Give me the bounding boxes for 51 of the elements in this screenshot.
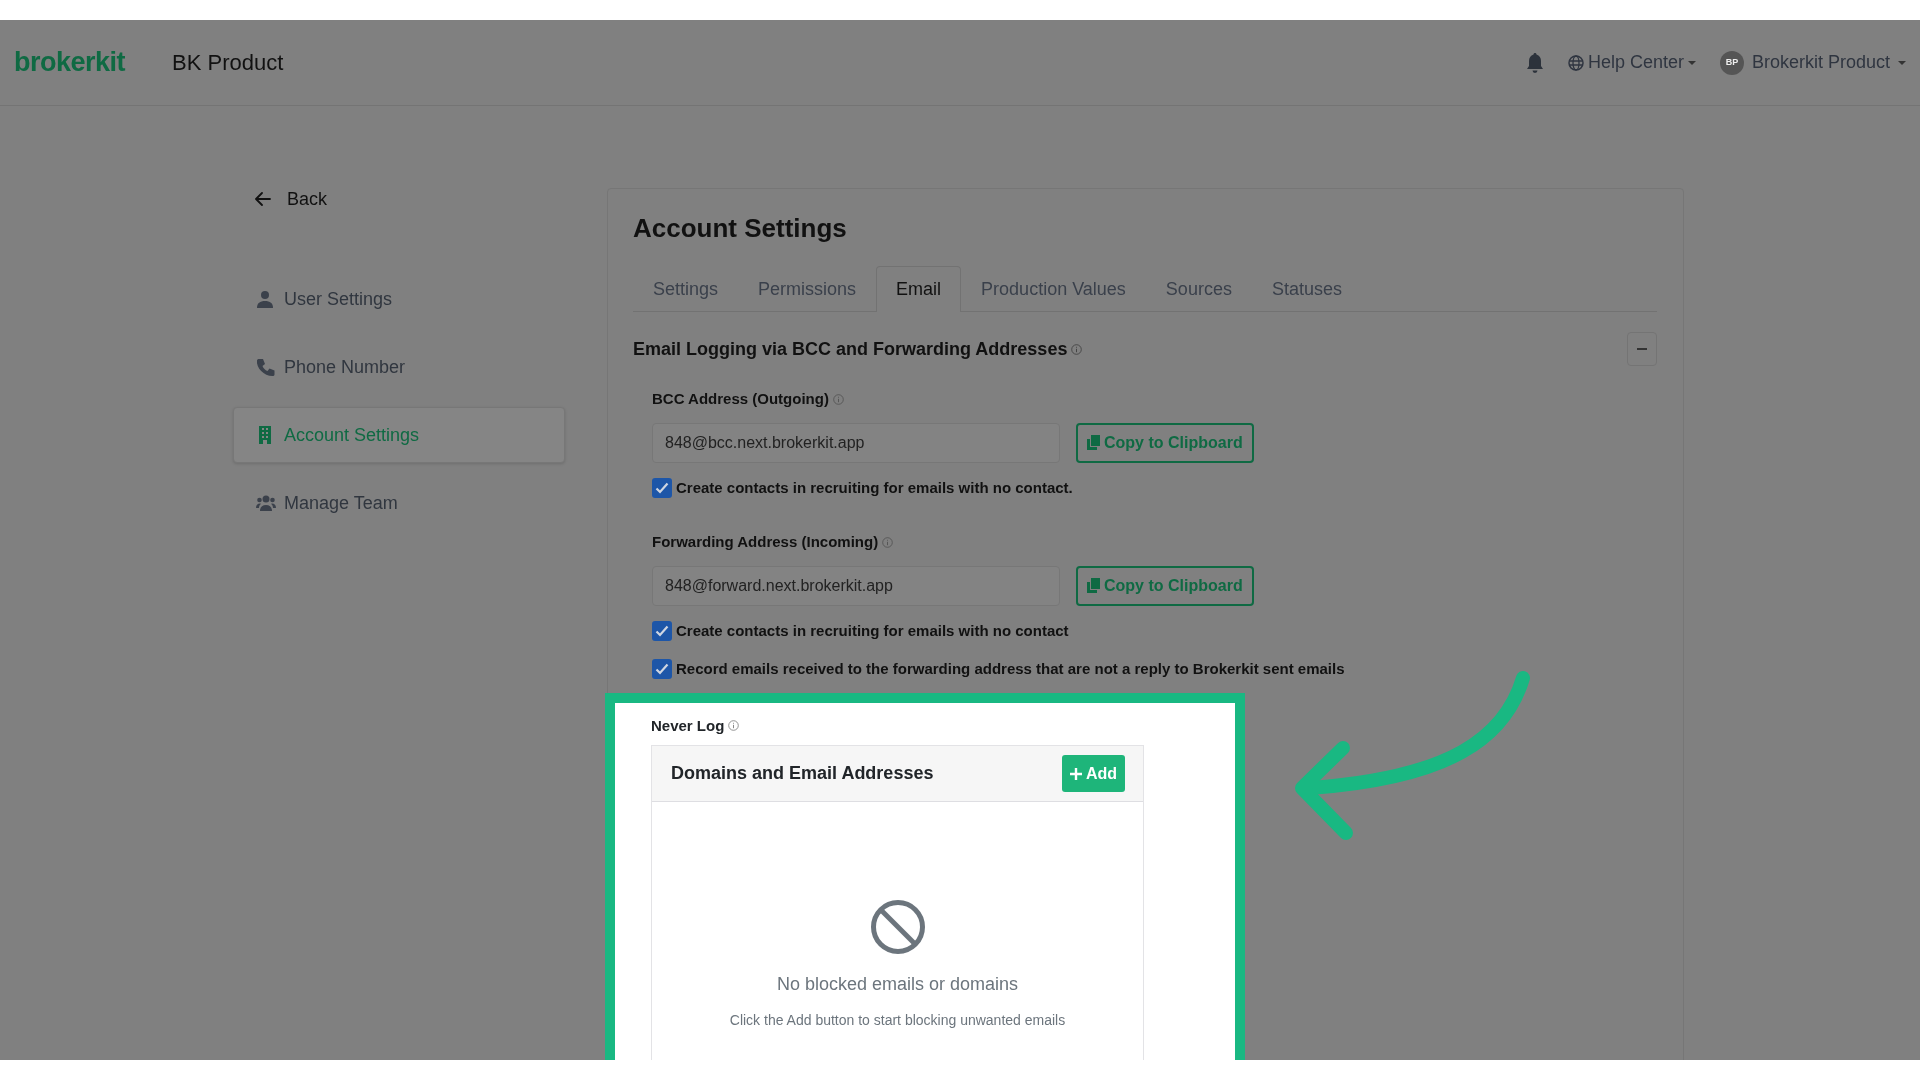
checkbox-label: Create contacts in recruiting for emails with no contact.	[676, 477, 1073, 498]
table-title: Domains and Email Addresses	[671, 762, 934, 786]
logo[interactable]: brokerkit	[14, 42, 126, 83]
tab[interactable]: Production Values	[961, 266, 1146, 313]
info-icon	[832, 393, 844, 405]
field-label: BCC Address (Outgoing)	[652, 389, 829, 410]
tab[interactable]: Permissions	[738, 266, 877, 313]
sidebar-item[interactable]: Manage Team	[233, 475, 565, 531]
tab[interactable]: Sources	[1145, 266, 1252, 313]
product-name: BK Product	[172, 49, 284, 77]
address-field[interactable]: 848@forward.next.brokerkit.app	[652, 565, 1060, 606]
section-title: Email Logging via BCC and Forwarding Addresses	[633, 337, 1068, 361]
field-label: Forwarding Address (Incoming)	[652, 532, 879, 553]
caret-icon	[1898, 60, 1906, 65]
arrow-left-icon	[255, 192, 271, 206]
copy-icon	[1087, 435, 1100, 451]
address-field[interactable]: 848@bcc.next.brokerkit.app	[652, 422, 1060, 463]
back-link[interactable]: Back	[233, 188, 565, 210]
help-center-menu[interactable]: Help Center	[1567, 49, 1696, 76]
page-title: Account Settings	[633, 213, 848, 245]
empty-message: Click the Add button to start blocking unwanted emails	[729, 1011, 1066, 1031]
tab[interactable]: Settings	[633, 266, 739, 313]
add-button[interactable]: Add	[1061, 755, 1125, 793]
checkbox-label: Create contacts in recruiting for emails with no contact	[676, 620, 1069, 641]
copy-icon	[1087, 578, 1100, 594]
caret-icon	[1687, 60, 1696, 65]
tab[interactable]: Email	[876, 266, 962, 313]
ban-icon	[869, 899, 926, 956]
avatar: BP	[1719, 50, 1744, 75]
info-icon	[1071, 343, 1083, 355]
users-icon	[256, 494, 276, 512]
user-menu[interactable]: BP Brokerkit Product	[1719, 49, 1906, 76]
plus-icon	[1069, 767, 1082, 780]
bell-icon[interactable]	[1525, 52, 1544, 73]
tab[interactable]: Statuses	[1251, 266, 1362, 313]
globe-icon	[1567, 54, 1584, 71]
copy-button[interactable]: Copy to Clipboard	[1076, 422, 1254, 463]
info-icon	[728, 720, 740, 732]
person-icon	[256, 290, 276, 308]
info-icon	[882, 536, 894, 548]
sidebar-item[interactable]: User Settings	[233, 271, 565, 327]
phone-icon	[256, 358, 276, 376]
copy-button[interactable]: Copy to Clipboard	[1076, 565, 1254, 606]
checkbox[interactable]	[652, 620, 672, 641]
field-label: Never Log	[651, 715, 725, 736]
checkbox-label: Record emails received to the forwarding address that are not a reply to Brokerkit sent emails	[676, 659, 1345, 680]
sidebar-item[interactable]: Account Settings	[233, 407, 565, 463]
empty-title: No blocked emails or domains	[776, 973, 1019, 997]
checkbox[interactable]	[652, 477, 672, 498]
checkbox[interactable]	[652, 659, 672, 680]
sidebar-item[interactable]: Phone Number	[233, 339, 565, 395]
